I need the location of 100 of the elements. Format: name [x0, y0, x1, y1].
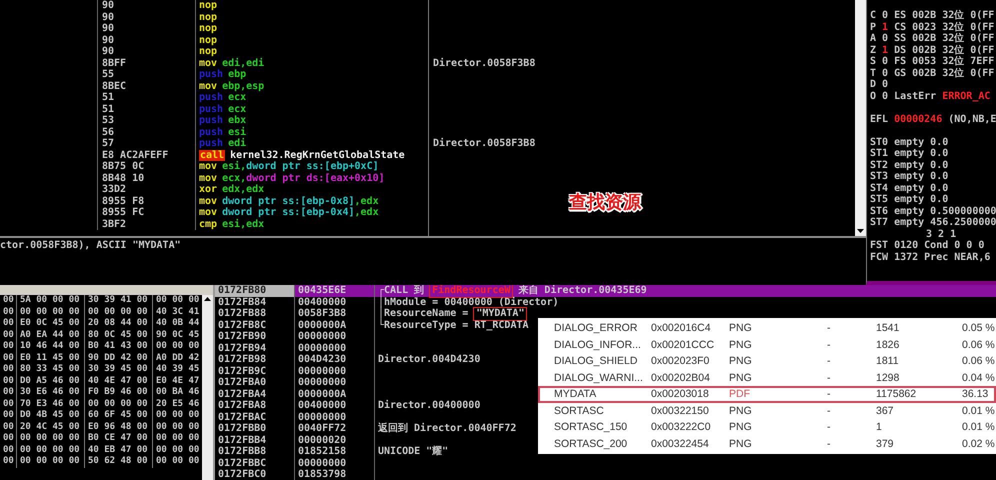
hex-bytes: 00: [0, 364, 17, 376]
table-cell-text: SORTASC_150: [554, 420, 628, 435]
stack-row[interactable]: 0172FBB8 01852158 UNICODE "耀": [215, 446, 448, 458]
table-row[interactable]: DIALOG_SHIELD 0x002023F0 PNG - 1811 0.06 %: [538, 353, 996, 370]
table-cell-text: PNG: [729, 354, 753, 369]
stack-address: 0172FB84: [215, 296, 295, 308]
table-cell-text: SORTASC_200: [554, 436, 628, 452]
stack-comment: UNICODE "耀": [378, 446, 448, 458]
mnemonic: push: [199, 126, 224, 138]
register-text: ERROR_AC: [942, 90, 990, 102]
table-cell-text: -: [827, 420, 832, 435]
table-cell-text: 0x002016C4: [651, 321, 712, 336]
mnemonic: push: [199, 104, 224, 114]
stack-row[interactable]: 0172FB88 0058F3B8 │ResourceName = "MYDATA": [215, 308, 526, 320]
register-text: LastErr: [894, 90, 936, 102]
register-text: 0: [882, 79, 888, 90]
stack-row[interactable]: 0172FB8C 0000000A └ResourceType = RT_RCDATA: [215, 320, 529, 331]
register-text: 0.0: [930, 182, 948, 194]
register-text: 002B: [912, 10, 936, 22]
instruction-bytes: 53: [98, 115, 196, 126]
register-text: empty: [894, 171, 924, 182]
hex-bytes: 00: [0, 422, 17, 433]
register-text: 0(FF: [970, 10, 994, 22]
operand: ,edx: [354, 207, 379, 218]
hex-bytes: A0 DD 42: [155, 352, 200, 364]
scroll-down-icon[interactable]: [857, 229, 864, 233]
table-cell-text: 0x00322454: [651, 436, 710, 452]
stack-row[interactable]: 0172FBB0 0040FF72 返回到 Director.0040FF72: [215, 423, 516, 434]
register-text: 7EFF: [970, 56, 994, 68]
hex-bytes: E0 4E 47: [155, 376, 200, 387]
hex-bytes: 00: [0, 306, 17, 318]
stack-row[interactable]: 0172FB84 00400000 │hModule = 00400000 (Director): [215, 296, 559, 308]
register-text: empty: [894, 194, 924, 206]
stack-row[interactable]: 0172FBA4 0000000A: [215, 388, 378, 400]
hex-bytes: D0 4B 45 00: [17, 410, 85, 422]
instruction-bytes: 55: [98, 69, 196, 80]
table-cell-text: -: [827, 338, 832, 352]
hex-bytes: 00 00 00 00: [17, 433, 85, 444]
mnemonic: nop: [199, 12, 218, 23]
stack-row[interactable]: 0172FBA0 00000000: [215, 377, 378, 388]
table-cell-text: 36.13: [962, 387, 990, 402]
stack-address: 0172FB80: [215, 285, 295, 296]
register-text: ST5: [870, 194, 888, 206]
table-row[interactable]: DIALOG_INFOR... 0x00201CCC PNG - 1826 0.06 %: [538, 336, 996, 353]
mnemonic: call: [199, 150, 226, 161]
instruction-bytes: 90: [98, 23, 196, 34]
hex-bytes: 00 00 00: [155, 422, 200, 433]
hex-bytes: 20 08 44 00: [85, 318, 153, 330]
register-text: 32位: [942, 22, 964, 32]
hex-bytes: 00: [0, 295, 17, 306]
stack-row[interactable]: 0172FBB4 00000020: [215, 434, 378, 446]
register-text: 0120: [894, 240, 918, 252]
table-cell-text: PNG: [729, 436, 753, 452]
register-text: 32位: [942, 10, 964, 22]
hex-bytes: 00: [0, 352, 17, 364]
table-row[interactable]: DIALOG_ERROR 0x002016C4 PNG - 1541 0.05 %: [538, 320, 996, 336]
stack-value: 00000000: [295, 342, 375, 354]
stack-value: 01853798: [295, 469, 375, 480]
hex-bytes: 00 00 00 00: [85, 306, 153, 318]
stack-value: 0058F3B8: [295, 308, 375, 320]
hex-bytes: 40 39 45: [155, 364, 200, 376]
scrollbar[interactable]: [855, 0, 866, 236]
instruction-bytes: E8 AC2AFEFF: [98, 150, 196, 161]
mnemonic: nop: [199, 46, 218, 58]
stack-row[interactable]: 0172FB9C 00000000: [215, 366, 378, 377]
table-cell-text: SORTASC: [554, 404, 605, 418]
stack-row[interactable]: 0172FB90 00000000: [215, 331, 378, 342]
table-cell-text: 0x00203018: [651, 387, 710, 402]
table-row[interactable]: DIALOG_WARNI... 0x00202B04 PNG - 1298 0.04 %: [538, 370, 996, 386]
table-row[interactable]: SORTASC_150 0x003222C0 PNG - 1 0.01 %: [538, 419, 996, 436]
stack-row[interactable]: 0172FBA8 00400000 Director.00400000: [215, 400, 480, 412]
mnemonic: push: [199, 92, 224, 104]
stack-row[interactable]: 0172FBBC 00000000: [215, 458, 378, 469]
hex-bytes: 00: [0, 444, 17, 456]
instruction-bytes: 90: [98, 0, 196, 12]
hex-bytes: 00 00 00: [155, 341, 200, 352]
register-text: EFL: [870, 114, 888, 125]
instruction-bytes: 8BFF: [98, 58, 196, 69]
stack-value: 00435E6E: [295, 285, 375, 296]
instruction-comment: Director.0058F3B8: [433, 138, 536, 149]
instruction-bytes: 33D2: [98, 184, 196, 196]
scrollbar[interactable]: [202, 295, 213, 480]
stack-row[interactable]: 0172FB98 004D4230 Director.004D4230: [215, 354, 480, 366]
highlighted-row[interactable]: MYDATA 0x00203018 PDF - 1175862 36.13: [538, 386, 996, 402]
table-row[interactable]: SORTASC 0x00322150 PNG - 367 0.01 %: [538, 402, 996, 419]
table-cell-text: -: [827, 436, 832, 452]
stack-row[interactable]: 0172FBC0 01853798: [215, 469, 378, 480]
stack-row[interactable]: 0172FBAC 00000000: [215, 412, 378, 423]
hex-bytes: B0 CE 47 00: [85, 433, 153, 444]
stack-row[interactable]: 0172FB94 00000000: [215, 342, 378, 354]
register-text: 32位: [942, 68, 964, 79]
scroll-up-icon[interactable]: [204, 297, 211, 301]
table-cell-text: 0.01 %: [962, 404, 996, 418]
register-text: O: [870, 90, 876, 102]
hex-bytes: 00: [0, 341, 17, 352]
register-text: 1: [882, 44, 888, 56]
register-text: 0.0: [930, 148, 948, 160]
stack-comment: Director.00400000: [378, 400, 480, 412]
stack-address: 0172FB8C: [215, 320, 295, 331]
table-row[interactable]: SORTASC_200 0x00322454 PNG - 379 0.02 %: [538, 436, 996, 452]
